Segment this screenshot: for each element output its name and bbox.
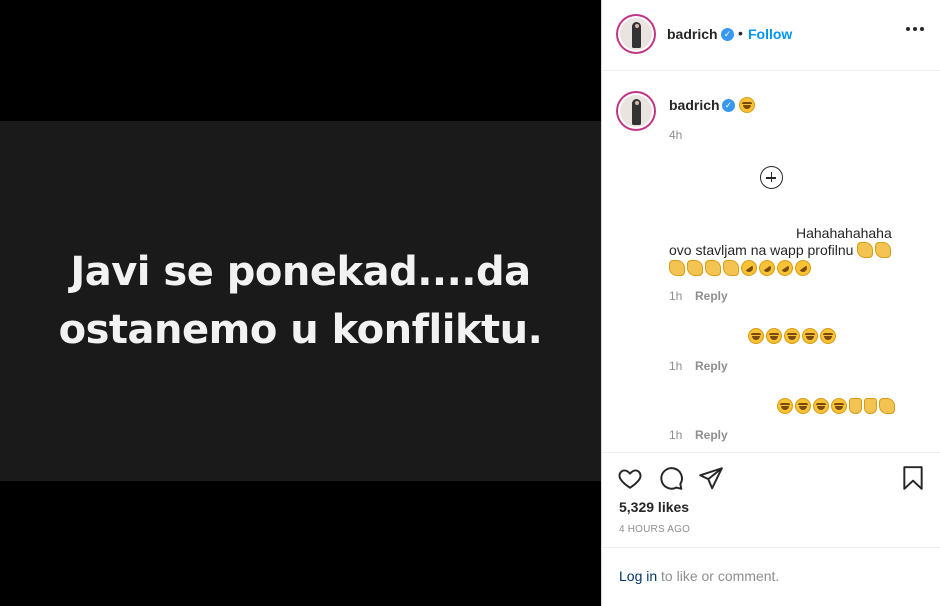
login-prompt: Log in to like or comment.	[602, 547, 940, 606]
bookmark-icon[interactable]	[900, 465, 926, 491]
post-timestamp[interactable]: 4 HOURS AGO	[619, 524, 690, 535]
rofl-emoji-icon	[791, 256, 815, 280]
post-image-text: Javi se ponekad....da ostanemo u konflik…	[59, 243, 543, 359]
comment-1-line1: Hahahahahaha	[796, 225, 892, 241]
comment-1-time[interactable]: 1h	[669, 289, 682, 303]
laughing-emoji-icon	[820, 328, 836, 344]
comment-3-emojis	[777, 397, 897, 415]
follow-button[interactable]: Follow	[748, 26, 792, 42]
likes-count[interactable]: 5,329 likes	[619, 499, 689, 515]
clap-emoji-icon	[705, 260, 721, 276]
post-image[interactable]: Javi se ponekad....da ostanemo u konflik…	[0, 121, 601, 481]
laughing-emoji-icon	[813, 398, 829, 414]
header-separator: •	[738, 25, 743, 41]
load-more-comments-icon[interactable]	[760, 166, 783, 189]
clap-emoji-icon	[723, 260, 739, 276]
laughing-emoji-icon	[748, 328, 764, 344]
verified-badge-icon: ✓	[722, 99, 735, 112]
rofl-emoji-icon	[773, 256, 797, 280]
comment-2-emojis	[748, 327, 838, 345]
rofl-emoji-icon	[755, 256, 779, 280]
clap-emoji-icon	[687, 260, 703, 276]
share-icon[interactable]	[698, 465, 724, 491]
clap-emoji-icon	[875, 242, 892, 258]
post-media[interactable]: Javi se ponekad....da ostanemo u konflik…	[0, 0, 601, 606]
comment-1-emojis	[669, 256, 815, 280]
verified-badge-icon: ✓	[721, 28, 734, 41]
comment-3-time[interactable]: 1h	[669, 428, 682, 442]
thumbs-up-emoji-icon	[849, 398, 862, 414]
clap-emoji-icon	[669, 260, 685, 276]
caption-username[interactable]: badrich	[669, 97, 720, 113]
rofl-emoji-icon	[737, 256, 761, 280]
laughing-emoji-icon	[795, 398, 811, 414]
caption-avatar[interactable]	[616, 91, 656, 131]
laughing-emoji-icon	[831, 398, 847, 414]
comment-2-reply-button[interactable]: Reply	[695, 359, 728, 373]
comment-2-time[interactable]: 1h	[669, 359, 682, 373]
post-image-line1: Javi se ponekad....da	[70, 249, 531, 295]
heart-icon[interactable]	[617, 465, 643, 491]
clap-emoji-icon	[857, 242, 874, 258]
comment-1-reply-button[interactable]: Reply	[695, 289, 728, 303]
laughing-emoji-icon	[777, 398, 793, 414]
clap-emoji-icon	[879, 398, 895, 414]
caption-emoji	[739, 97, 757, 115]
laughing-emoji-icon	[739, 97, 755, 113]
laughing-emoji-icon	[802, 328, 818, 344]
post-actions: 5,329 likes 4 HOURS AGO	[602, 452, 940, 547]
post-viewer: Javi se ponekad....da ostanemo u konflik…	[0, 0, 940, 606]
thumbs-up-emoji-icon	[864, 398, 877, 414]
author-avatar[interactable]	[616, 14, 656, 54]
laughing-emoji-icon	[784, 328, 800, 344]
comment-3-reply-button[interactable]: Reply	[695, 428, 728, 442]
caption-time[interactable]: 4h	[669, 128, 682, 142]
post-sidebar: badrich ✓ • Follow badrich ✓ 4h Hahahaha…	[601, 0, 940, 606]
login-line: Log in to like or comment.	[619, 568, 779, 584]
login-suffix: to like or comment.	[657, 568, 780, 584]
login-link[interactable]: Log in	[619, 568, 657, 584]
post-header: badrich ✓ • Follow	[602, 0, 940, 71]
comment-icon[interactable]	[658, 465, 684, 491]
more-options-icon[interactable]	[906, 27, 924, 31]
post-image-line2: ostanemo u konfliktu.	[58, 307, 543, 353]
comment-1-line2: ovo stavljam na wapp profilnu	[669, 241, 893, 259]
author-username[interactable]: badrich	[667, 26, 718, 42]
laughing-emoji-icon	[766, 328, 782, 344]
